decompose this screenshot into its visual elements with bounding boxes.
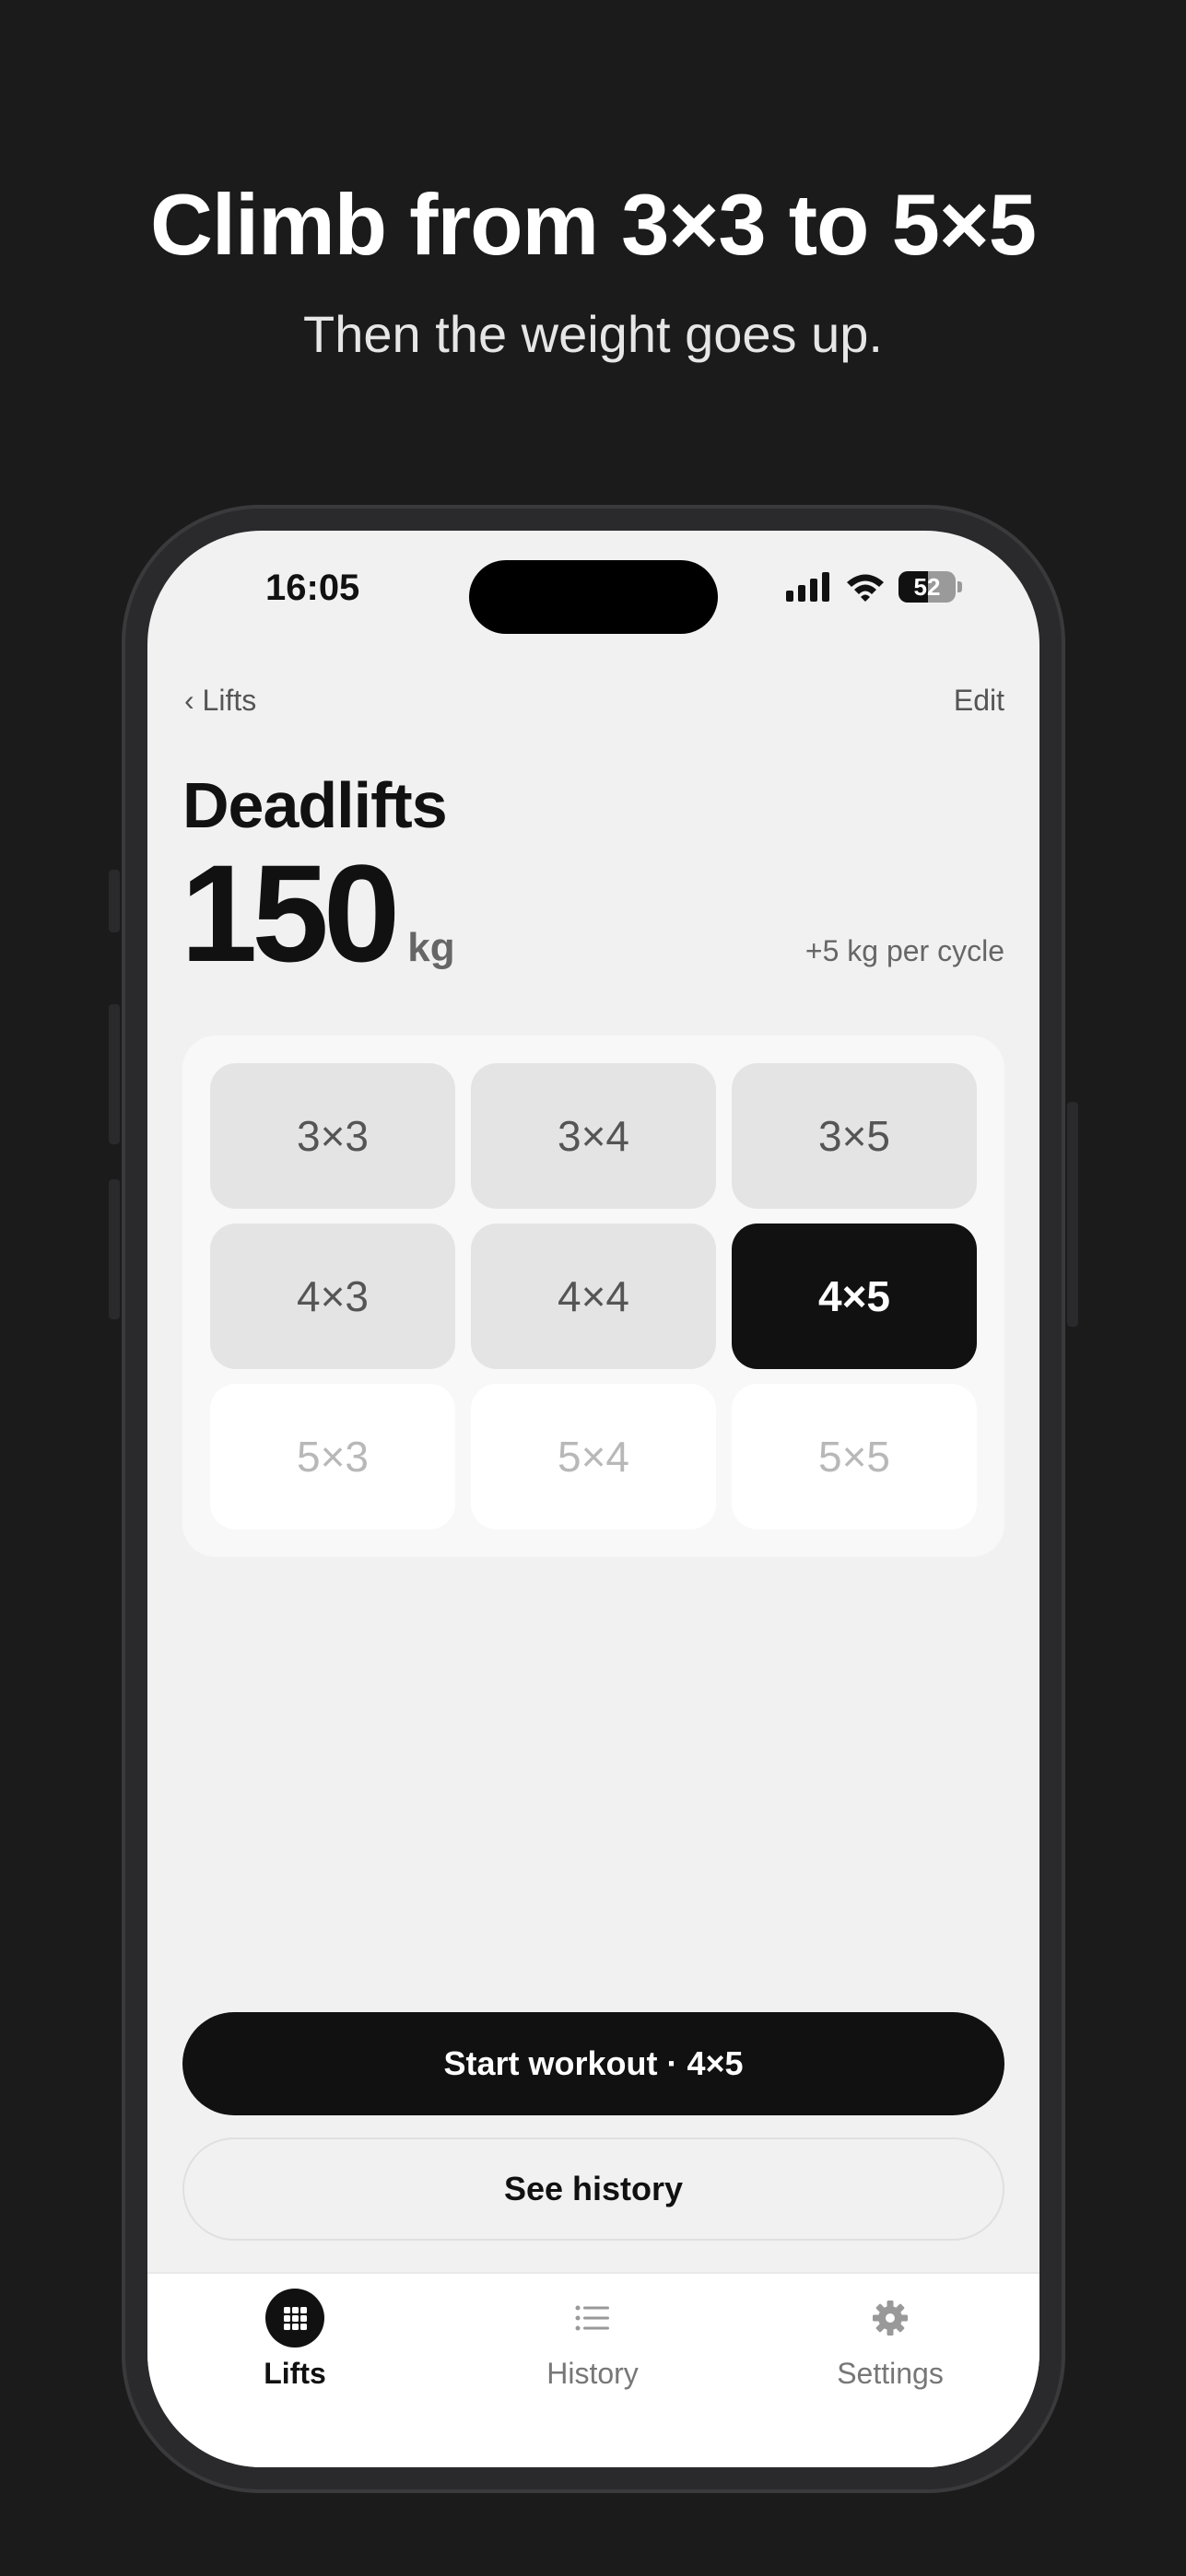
grid-cell-5x3[interactable]: 5×3 bbox=[210, 1384, 455, 1529]
back-button[interactable]: ‹ Lifts bbox=[184, 684, 256, 718]
weight-display: 150 kg bbox=[181, 844, 455, 982]
tab-lifts-label: Lifts bbox=[264, 2357, 326, 2390]
progression-grid: 3×3 3×4 3×5 4×3 4×4 4×5 5×3 5×4 5×5 bbox=[182, 1036, 1004, 1557]
status-time: 16:05 bbox=[265, 568, 360, 608]
tab-lifts[interactable]: Lifts bbox=[194, 2289, 396, 2391]
grid-cell-4x5[interactable]: 4×5 bbox=[732, 1224, 977, 1369]
tab-history[interactable]: History bbox=[491, 2289, 694, 2391]
grid-icon bbox=[265, 2289, 324, 2348]
battery-tip bbox=[957, 581, 962, 592]
start-workout-button[interactable]: Start workout · 4×5 bbox=[182, 2012, 1004, 2115]
phone-screen: 16:05 52 ‹ Lifts Edit Deadlifts 150 kg +… bbox=[147, 531, 1039, 2467]
grid-cell-4x3[interactable]: 4×3 bbox=[210, 1224, 455, 1369]
weight-value: 150 bbox=[181, 836, 400, 990]
grid-cell-3x5[interactable]: 3×5 bbox=[732, 1063, 977, 1209]
edit-button[interactable]: Edit bbox=[954, 684, 1004, 718]
tab-bar: Lifts History Settings bbox=[147, 2272, 1039, 2467]
phone-power-button bbox=[1067, 1102, 1078, 1327]
signal-icon bbox=[786, 572, 829, 602]
increment-label: +5 kg per cycle bbox=[804, 934, 1004, 967]
battery-level: 52 bbox=[913, 572, 941, 601]
grid-cell-3x3[interactable]: 3×3 bbox=[210, 1063, 455, 1209]
tab-settings-label: Settings bbox=[837, 2357, 944, 2390]
phone-volume-down-button bbox=[109, 1179, 120, 1319]
weight-unit: kg bbox=[407, 925, 455, 970]
grid-cell-4x4[interactable]: 4×4 bbox=[471, 1224, 716, 1369]
tab-history-label: History bbox=[546, 2357, 639, 2390]
grid-cell-5x4[interactable]: 5×4 bbox=[471, 1384, 716, 1529]
phone-action-button bbox=[109, 870, 120, 932]
wifi-icon bbox=[847, 574, 884, 602]
grid-cell-3x4[interactable]: 3×4 bbox=[471, 1063, 716, 1209]
marketing-subheadline: Then the weight goes up. bbox=[303, 305, 883, 363]
phone-volume-up-button bbox=[109, 1004, 120, 1144]
marketing-headline: Climb from 3×3 to 5×5 bbox=[149, 176, 1037, 273]
battery-icon: 52 bbox=[898, 571, 956, 603]
tab-settings[interactable]: Settings bbox=[789, 2289, 992, 2391]
status-icons: 52 bbox=[786, 571, 962, 603]
see-history-button[interactable]: See history bbox=[182, 2137, 1004, 2241]
list-icon bbox=[563, 2289, 622, 2348]
lift-title: Deadlifts bbox=[182, 769, 448, 841]
gear-icon bbox=[861, 2289, 920, 2348]
grid-cell-5x5[interactable]: 5×5 bbox=[732, 1384, 977, 1529]
dynamic-island bbox=[469, 560, 718, 634]
